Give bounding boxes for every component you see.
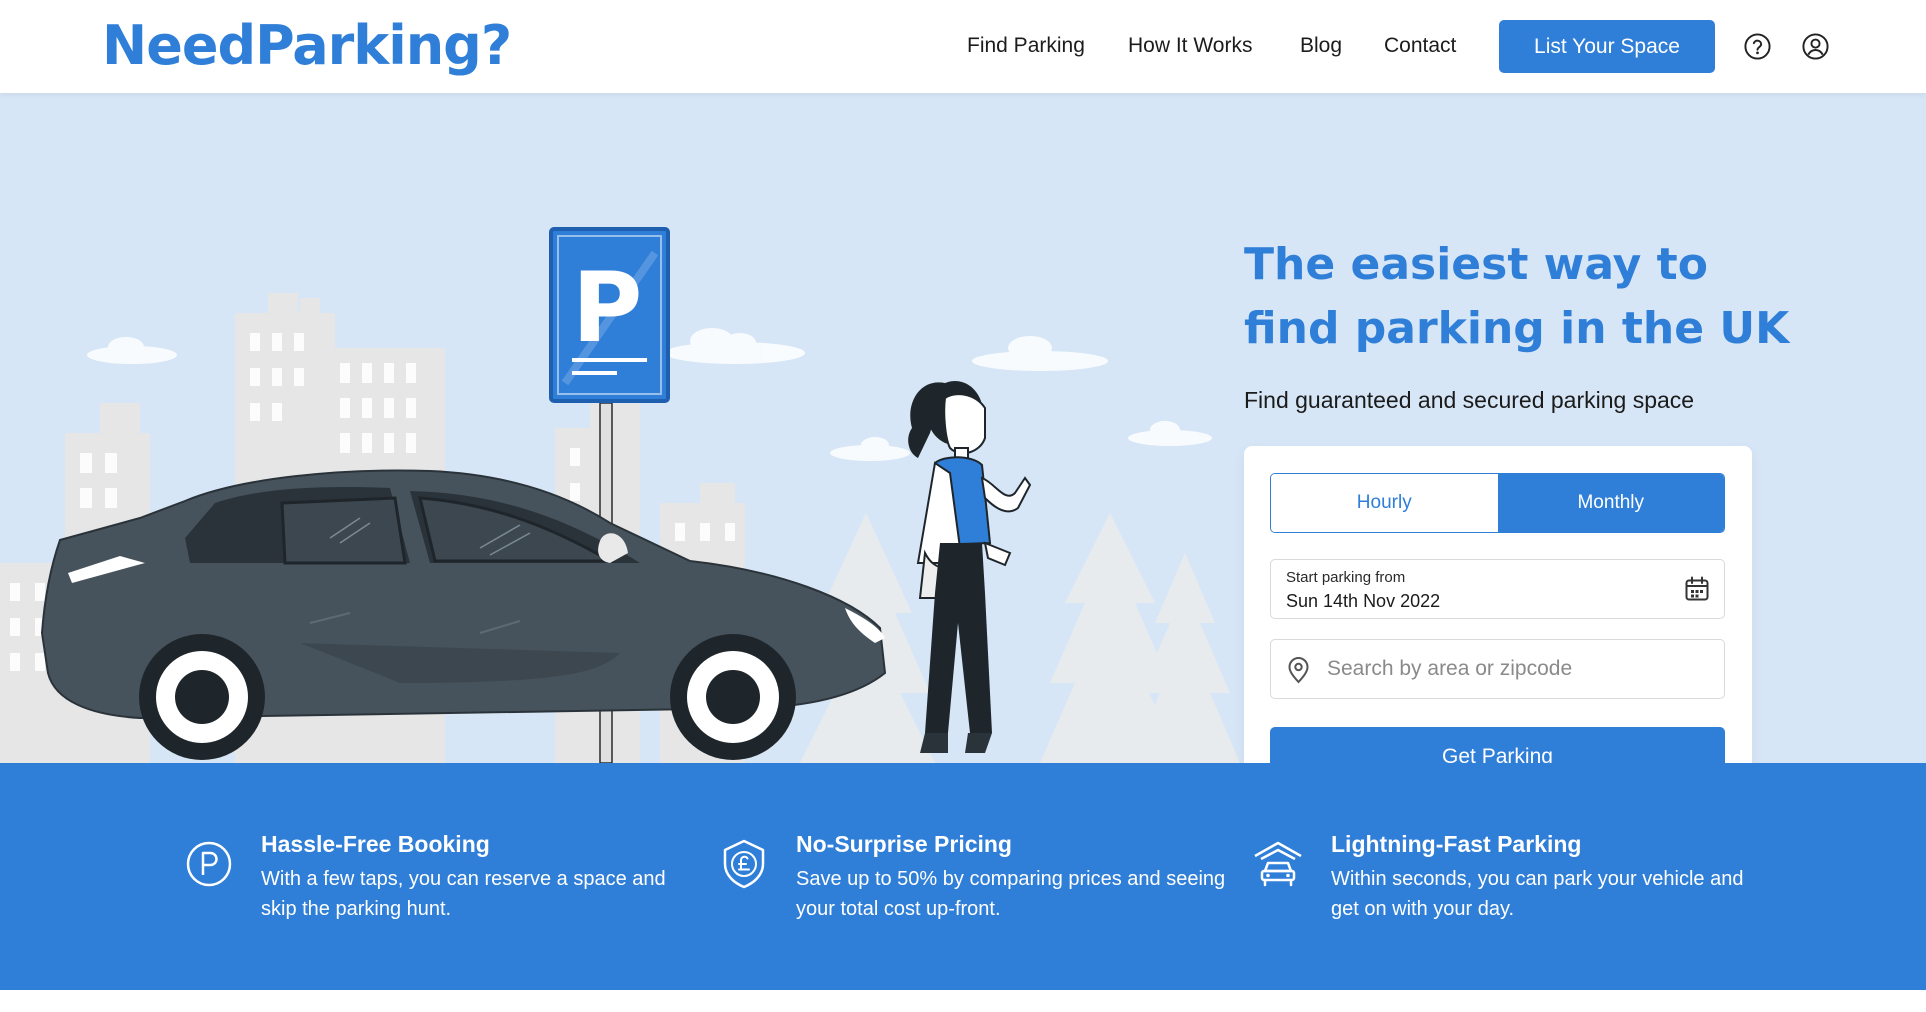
nav-how-it-works[interactable]: How It Works [1128,34,1252,58]
location-search-field [1270,639,1725,699]
account-icon[interactable] [1801,32,1830,61]
feature-description: Save up to 50% by comparing prices and s… [796,868,1226,920]
help-icon[interactable] [1743,32,1772,61]
nav-blog[interactable]: Blog [1300,34,1342,58]
duration-toggle: Hourly Monthly [1270,473,1725,533]
features-band: Hassle-Free Booking With a few taps, you… [0,763,1926,990]
feature-title: No-Surprise Pricing [796,831,1012,857]
tab-hourly[interactable]: Hourly [1271,474,1498,532]
feature-description: With a few taps, you can reserve a space… [261,868,666,920]
site-header: NeedParking? Find Parking How It Works B… [0,0,1926,93]
hero-section: P The easiest way to find parking in the… [0,93,1926,763]
parking-sign-letter: P [572,252,642,364]
parking-illustration: P [0,227,1240,763]
car-garage-icon [1254,841,1302,887]
hero-headline: The easiest way to find parking in the U… [1244,239,1790,354]
parking-circle-icon [186,841,232,887]
car-illustration [40,469,887,760]
booking-card: Hourly Monthly Start parking from Sun 14… [1244,446,1752,763]
location-pin-icon [1288,657,1309,684]
site-logo[interactable]: NeedParking? [102,10,512,82]
start-date-value: Sun 14th Nov 2022 [1286,591,1441,611]
hero-subheadline: Find guaranteed and secured parking spac… [1244,387,1695,413]
feature-description: Within seconds, you can park your vehicl… [1331,868,1744,920]
start-date-label: Start parking from [1286,569,1406,586]
nav-contact[interactable]: Contact [1384,34,1456,58]
tab-monthly[interactable]: Monthly [1497,474,1724,532]
search-input[interactable] [1327,640,1712,697]
person-illustration [908,381,1032,753]
calendar-icon[interactable] [1683,575,1711,603]
start-date-field[interactable]: Start parking from Sun 14th Nov 2022 [1270,559,1725,619]
get-parking-button[interactable]: Get Parking [1270,727,1725,763]
feature-title: Lightning-Fast Parking [1331,831,1582,857]
list-your-space-button[interactable]: List Your Space [1499,20,1715,73]
feature-title: Hassle-Free Booking [261,831,490,857]
pound-shield-icon [723,839,765,889]
nav-find-parking[interactable]: Find Parking [967,34,1085,58]
